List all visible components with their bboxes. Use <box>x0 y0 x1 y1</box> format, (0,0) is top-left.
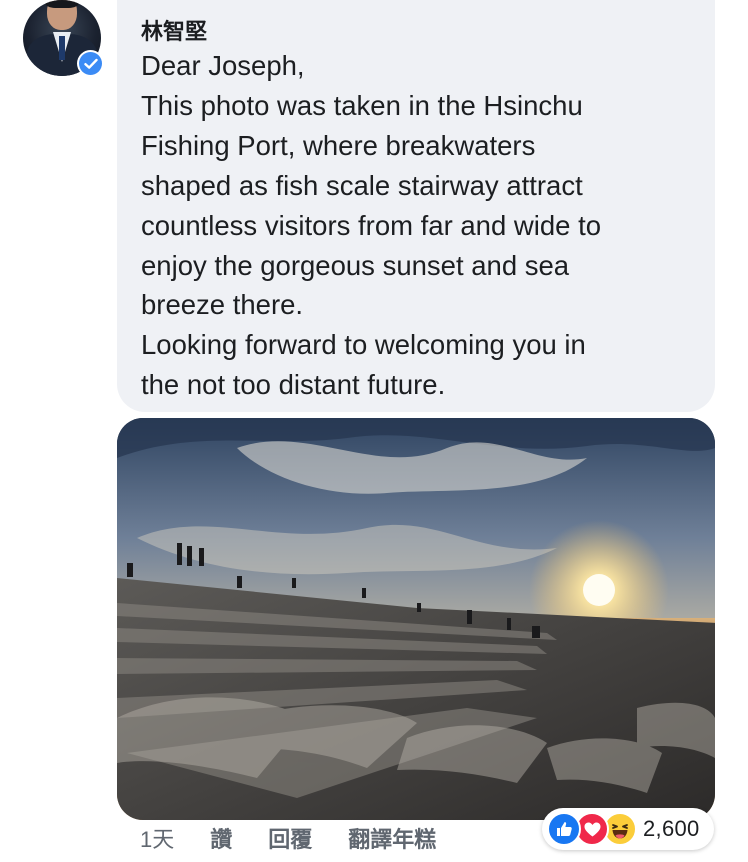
message-line: enjoy the gorgeous sunset and sea <box>141 249 570 281</box>
message-line: Looking forward to welcoming you in <box>141 329 586 361</box>
sunset-breakwater-image <box>117 418 715 820</box>
message-line: countless visitors from far and wide to <box>141 209 602 241</box>
reaction-count: 2,600 <box>643 816 700 841</box>
comment-photo[interactable] <box>117 418 715 820</box>
avatar-hair <box>45 0 79 8</box>
message-line: the not too distant future. <box>141 369 446 401</box>
comment-age: 1天 <box>140 827 175 852</box>
message-line: This photo was taken in the Hsinchu <box>141 89 583 121</box>
message-line: breeze there. <box>141 289 304 321</box>
message-line: shaped as fish scale stairway attract <box>141 169 583 201</box>
message-line: Dear Joseph, <box>141 50 305 81</box>
comment-author-name[interactable]: 林智堅 <box>141 14 207 46</box>
message-line: Fishing Port, where breakwaters <box>141 129 536 161</box>
translate-action[interactable]: 翻譯年糕 <box>348 822 436 854</box>
comment-message: Dear Joseph, This photo was taken in the… <box>141 46 706 405</box>
like-icon <box>547 812 581 846</box>
verified-badge <box>77 50 104 77</box>
comment-actions: 1天 讚 回覆 翻譯年糕 <box>140 823 436 853</box>
reactions-summary[interactable]: 2,600 <box>542 808 714 850</box>
verified-check-icon <box>79 52 102 75</box>
avatar-tie <box>59 36 65 60</box>
like-action[interactable]: 讚 <box>210 822 232 854</box>
reply-action[interactable]: 回覆 <box>268 822 312 854</box>
